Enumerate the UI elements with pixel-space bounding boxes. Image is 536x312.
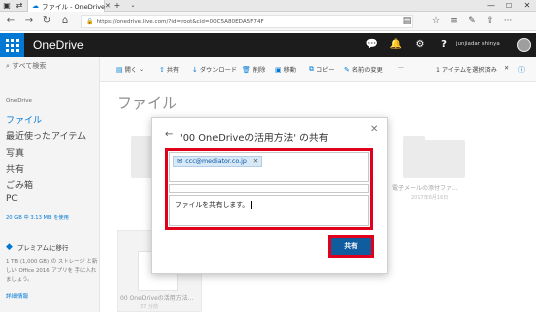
- diamond-icon: ◆: [6, 242, 13, 252]
- sidebar-item-recent[interactable]: 最近使ったアイテム: [6, 129, 86, 142]
- user-name[interactable]: junjiadar shinya: [456, 41, 500, 47]
- settings-more-icon[interactable]: ···: [501, 15, 515, 28]
- recipient-email: ccc@mediator.co.jp: [185, 158, 247, 165]
- sidebar-item-shared[interactable]: 共有: [6, 162, 24, 175]
- share-page-icon[interactable]: ⇪: [483, 15, 497, 28]
- sidebar-item-photos[interactable]: 写真: [6, 146, 24, 159]
- premium-title: プレミアムに移行: [16, 244, 69, 252]
- close-icon[interactable]: ✕: [370, 124, 378, 135]
- move-icon: ▣: [275, 65, 282, 74]
- search-placeholder: すべて検索: [12, 62, 47, 70]
- brand-title[interactable]: OneDrive: [33, 38, 84, 52]
- sidebar-item-recycle-bin[interactable]: ごみ箱: [6, 178, 33, 191]
- recipient-input-line[interactable]: [169, 184, 369, 193]
- recipient-field[interactable]: ✉ ccc@mediator.co.jp ✕: [169, 152, 369, 182]
- premium-description: 1 TB (1,000 GB) の ストレージ と新しい Office 2016…: [6, 259, 98, 283]
- open-label: 開く: [124, 67, 137, 74]
- move-command[interactable]: ▣ 移動: [275, 65, 296, 75]
- lock-icon: 🔒: [86, 18, 94, 25]
- share-label: 共有: [166, 67, 180, 74]
- left-navigation: ⌕ すべて検索 OneDrive ファイル 最近使ったアイテム 写真 共有 ごみ…: [0, 57, 100, 312]
- address-bar-row: ← → ↻ ⌂ 🔒 https://onedrive.live.com/?id=…: [0, 12, 536, 31]
- favorite-star-icon[interactable]: ☆: [429, 15, 443, 28]
- chevron-down-icon: ⌄: [139, 66, 145, 73]
- notifications-bell-icon[interactable]: 🔔: [384, 33, 408, 57]
- download-label: ダウンロード: [199, 67, 237, 74]
- share-button[interactable]: 共有: [331, 238, 371, 255]
- copy-icon: ⧉: [309, 65, 314, 73]
- storage-usage-link[interactable]: 20 GB 中 3.13 MB を使用: [6, 214, 69, 221]
- app-launcher-icon[interactable]: [0, 33, 24, 57]
- cloud-icon: ☁: [32, 2, 39, 10]
- delete-command[interactable]: 🗑 削除: [242, 65, 266, 75]
- reading-view-icon[interactable]: ▤: [400, 15, 414, 28]
- tab-manager-icon[interactable]: ▣: [1, 0, 13, 12]
- back-tabs-icon[interactable]: ⇄: [13, 0, 25, 12]
- browser-tab-bar: ▣ ⇄ ☁ ファイル - OneDrive ✕ + ⌄ — ☐ ✕: [0, 0, 536, 12]
- command-bar: ▤ 開く ⌄ ⇧ 共有 ↓ ダウンロード 🗑 削除 ▣ 移動 ⧉ コピー ✎ 名前の変更 ···…: [100, 57, 536, 82]
- rename-label: 名前の変更: [351, 67, 383, 74]
- tab-onedrive[interactable]: ☁ ファイル - OneDrive ✕: [27, 0, 111, 12]
- recipient-chip[interactable]: ✉ ccc@mediator.co.jp ✕: [173, 156, 263, 167]
- message-text: ファイルを共有します。: [175, 201, 250, 209]
- help-icon[interactable]: ?: [432, 33, 456, 57]
- maximize-button[interactable]: ☐: [500, 0, 518, 12]
- settings-gear-icon[interactable]: ⚙: [408, 33, 432, 57]
- download-icon: ↓: [192, 65, 198, 74]
- sidebar-item-files[interactable]: ファイル: [6, 113, 42, 126]
- refresh-icon[interactable]: ↻: [40, 14, 54, 28]
- more-commands[interactable]: ···: [398, 65, 404, 72]
- selection-close-icon[interactable]: ✕: [504, 65, 509, 72]
- notes-icon[interactable]: ✎: [465, 15, 479, 28]
- search-input[interactable]: ⌕ すべて検索: [6, 61, 46, 71]
- nav-section-label: OneDrive: [6, 98, 32, 104]
- remove-recipient-icon[interactable]: ✕: [253, 158, 258, 165]
- share-icon: ⇧: [159, 65, 165, 74]
- tab-list-icon[interactable]: ⌄: [124, 0, 142, 12]
- move-label: 移動: [283, 67, 296, 74]
- tab-title: ファイル - OneDrive: [42, 3, 106, 11]
- copy-label: コピー: [316, 67, 335, 74]
- home-icon[interactable]: ⌂: [58, 14, 72, 28]
- rename-command[interactable]: ✎ 名前の変更: [344, 65, 383, 75]
- url-text: https://onedrive.live.com/?id=root&cid=0…: [96, 18, 264, 25]
- favorites-hub-icon[interactable]: ≡: [447, 15, 461, 28]
- share-dialog: ← '00 OneDriveの活用方法' の共有 ✕ ✉ ccc@mediato…: [151, 117, 388, 274]
- rename-icon: ✎: [344, 65, 350, 74]
- open-command[interactable]: ▤ 開く ⌄: [116, 65, 145, 75]
- text-caret: [251, 201, 253, 209]
- url-input[interactable]: 🔒 https://onedrive.live.com/?id=root&cid…: [81, 15, 413, 28]
- message-field[interactable]: ファイルを共有します。: [169, 195, 369, 226]
- search-icon: ⌕: [6, 62, 10, 70]
- open-icon: ▤: [116, 65, 123, 74]
- selection-status[interactable]: 1 アイテムを選択済み: [436, 65, 497, 74]
- dialog-title: '00 OneDriveの活用方法' の共有: [180, 133, 329, 144]
- share-command[interactable]: ⇧ 共有: [159, 65, 180, 75]
- trash-icon: 🗑: [242, 65, 251, 74]
- onedrive-app-bar: OneDrive 💬 🔔 ⚙ ? junjiadar shinya: [0, 33, 536, 57]
- back-arrow-icon[interactable]: ←: [165, 129, 173, 140]
- mail-icon: ✉: [177, 158, 183, 165]
- download-command[interactable]: ↓ ダウンロード: [192, 65, 237, 75]
- chat-icon[interactable]: 💬: [360, 33, 384, 57]
- close-window-button[interactable]: ✕: [518, 0, 536, 12]
- delete-label: 削除: [252, 67, 266, 74]
- forward-icon[interactable]: →: [22, 14, 36, 28]
- premium-details-link[interactable]: 詳細情報: [6, 292, 28, 300]
- sidebar-item-pc[interactable]: PC: [6, 194, 18, 204]
- minimize-button[interactable]: —: [482, 0, 500, 12]
- premium-upgrade[interactable]: ◆ プレミアムに移行: [6, 242, 68, 252]
- info-icon[interactable]: ⓘ: [518, 65, 525, 75]
- back-icon[interactable]: ←: [4, 14, 18, 28]
- copy-command[interactable]: ⧉ コピー: [309, 65, 335, 74]
- avatar[interactable]: [517, 38, 531, 52]
